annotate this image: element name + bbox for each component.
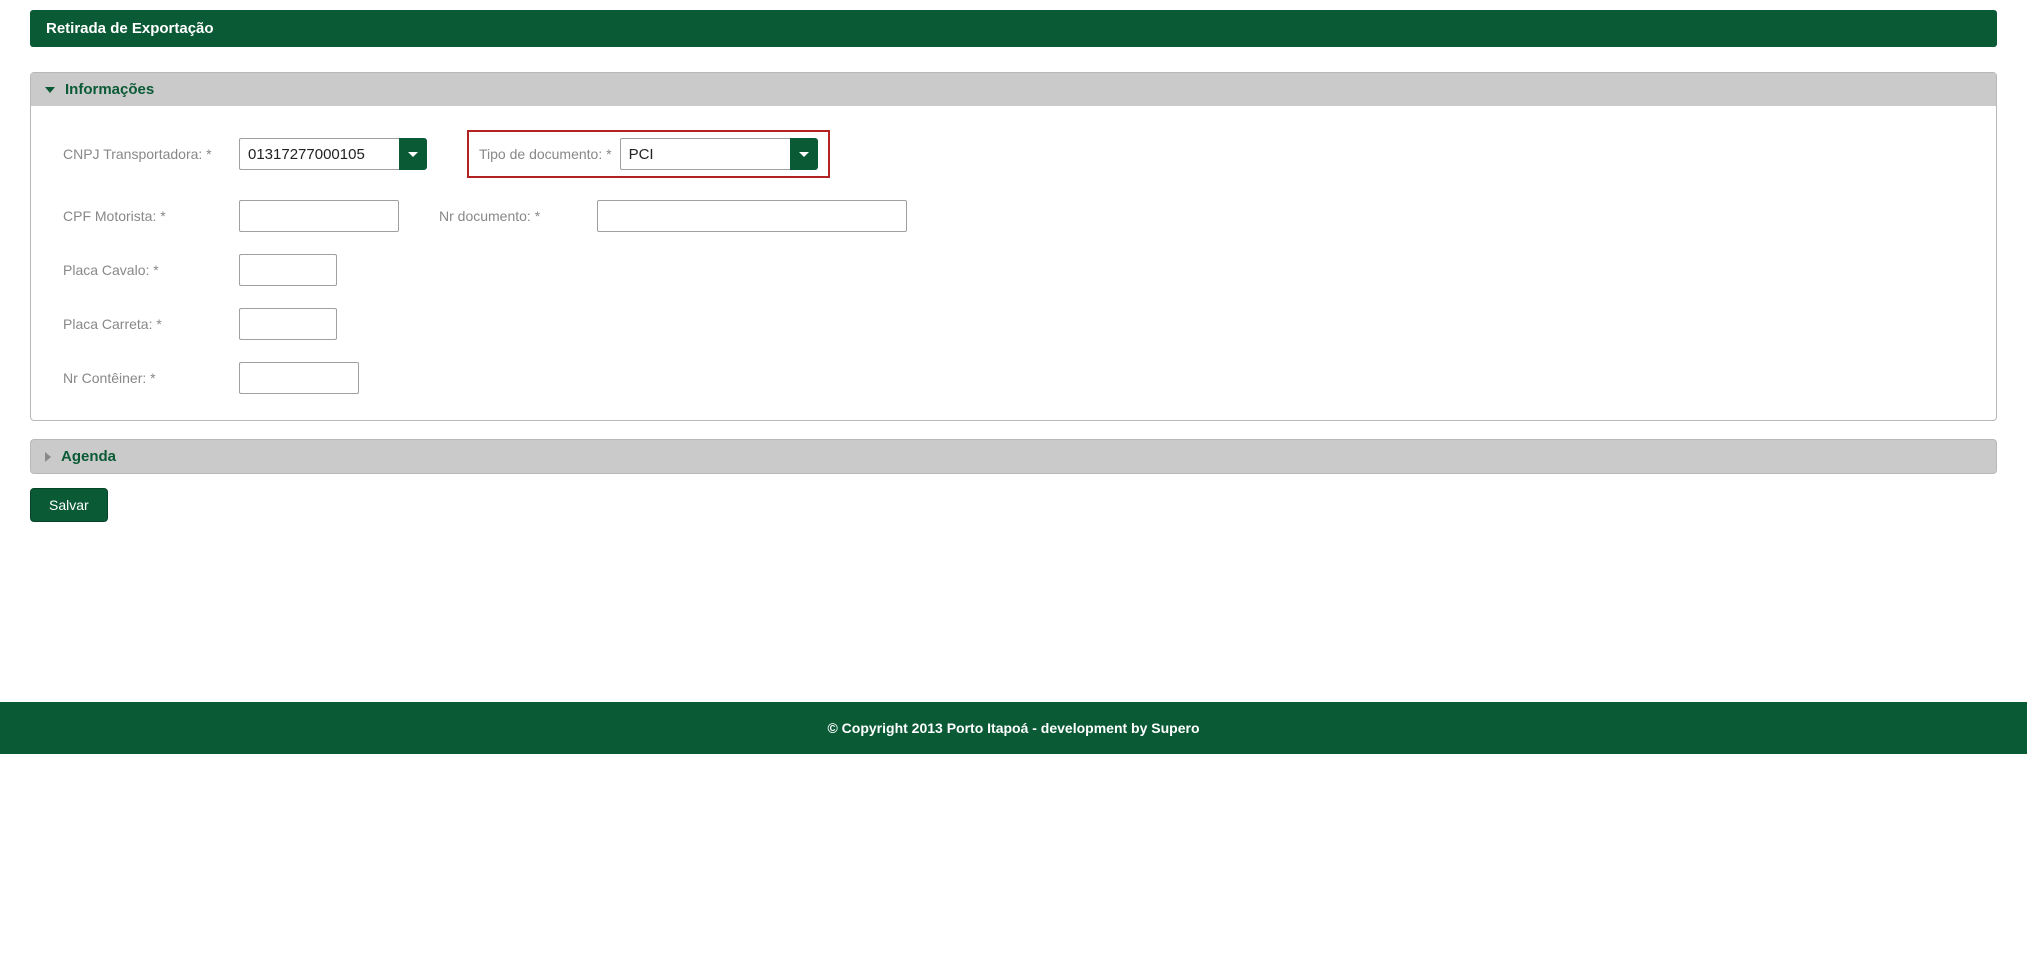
page-title: Retirada de Exportação: [30, 10, 1997, 47]
placa-carreta-label: Placa Carreta: *: [63, 316, 231, 332]
chevron-right-icon: [45, 452, 51, 462]
nr-conteiner-label: Nr Contêiner: *: [63, 370, 231, 386]
nr-documento-input[interactable]: [597, 200, 907, 232]
panel-informacoes-header[interactable]: Informações: [31, 73, 1996, 106]
panel-informacoes-title: Informações: [65, 81, 154, 98]
placa-cavalo-input[interactable]: [239, 254, 337, 286]
cpf-motorista-input[interactable]: [239, 200, 399, 232]
chevron-down-icon: [408, 152, 418, 157]
tipo-documento-label: Tipo de documento: *: [479, 146, 612, 162]
panel-informacoes-body: CNPJ Transportadora: * Tipo de documento…: [31, 106, 1996, 420]
tipo-documento-highlight: Tipo de documento: *: [467, 130, 830, 178]
nr-documento-label: Nr documento: *: [439, 208, 589, 224]
chevron-down-icon: [799, 152, 809, 157]
cnpj-input[interactable]: [239, 138, 399, 170]
cpf-motorista-label: CPF Motorista: *: [63, 208, 231, 224]
placa-cavalo-label: Placa Cavalo: *: [63, 262, 231, 278]
footer-copyright: © Copyright 2013 Porto Itapoá - developm…: [0, 702, 2027, 754]
placa-carreta-input[interactable]: [239, 308, 337, 340]
tipo-documento-dropdown-button[interactable]: [790, 138, 818, 170]
salvar-button[interactable]: Salvar: [30, 488, 108, 522]
nr-conteiner-input[interactable]: [239, 362, 359, 394]
cnpj-label: CNPJ Transportadora: *: [63, 146, 231, 162]
panel-agenda: Agenda: [30, 439, 1997, 474]
cnpj-combo: [239, 138, 427, 170]
panel-agenda-title: Agenda: [61, 448, 116, 465]
panel-informacoes: Informações CNPJ Transportadora: * Tipo …: [30, 72, 1997, 421]
chevron-down-icon: [45, 87, 55, 93]
tipo-documento-input[interactable]: [620, 138, 790, 170]
panel-agenda-header[interactable]: Agenda: [31, 440, 1996, 473]
cnpj-dropdown-button[interactable]: [399, 138, 427, 170]
tipo-documento-combo: [620, 138, 818, 170]
